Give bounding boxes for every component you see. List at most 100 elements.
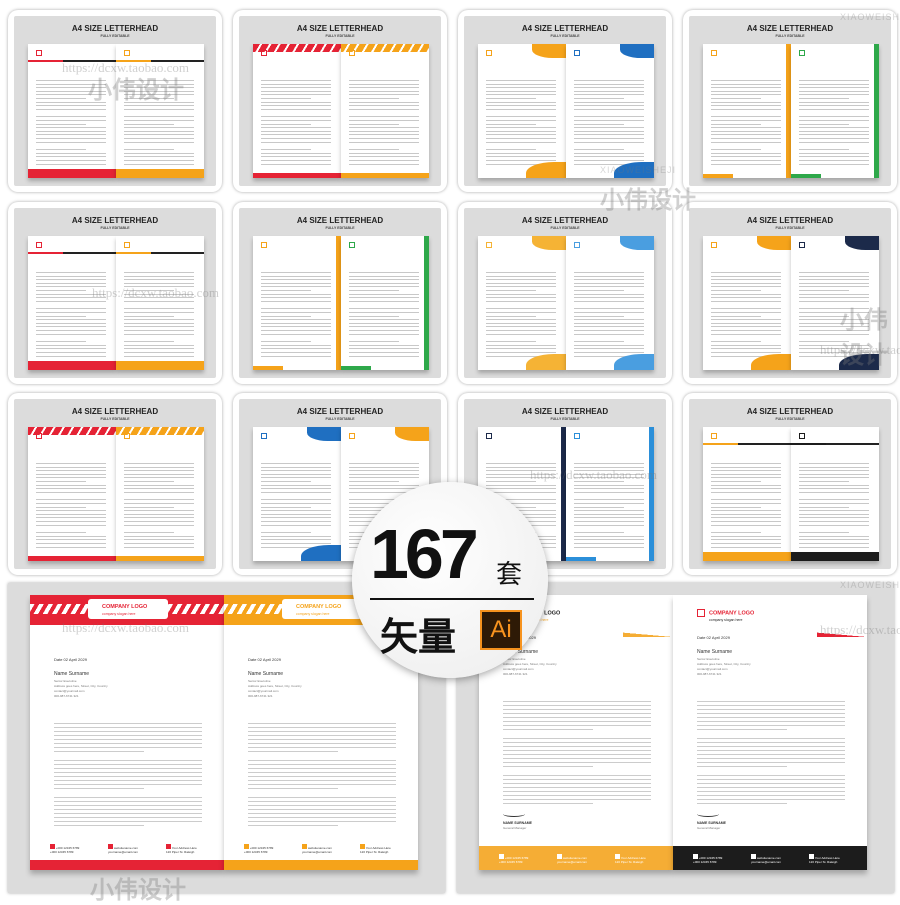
logo-icon (486, 50, 492, 56)
template-card[interactable]: A4 SIZE LETTERHEAD FULLY EDITABLE (458, 202, 672, 384)
logo-icon (711, 50, 717, 56)
card-subtitle: FULLY EDITABLE (775, 226, 805, 230)
count-badge: 167 套 矢量 Ai (352, 482, 548, 678)
signer-name: NAME SURNAME (697, 821, 726, 825)
letterhead-page (791, 44, 879, 178)
card-subtitle: FULLY EDITABLE (100, 226, 130, 230)
company-logo: COMPANY LOGO (102, 604, 147, 610)
letterhead-page (341, 236, 429, 370)
logo-icon (261, 50, 267, 56)
watermark-cn: 小伟设计 (88, 77, 184, 104)
signature (697, 811, 719, 817)
recipient-address: Address goes here, Street, City, Country (248, 684, 302, 688)
recipient-position: Senior Executive (54, 679, 77, 683)
footer: +000 12345 6789 +000 12345 6789 websitena… (673, 846, 867, 870)
recipient-position: Senior Executive (248, 679, 271, 683)
card-title: A4 SIZE LETTERHEAD (521, 24, 609, 33)
company-name: COMPANY LOGO (709, 610, 755, 617)
logo-icon (261, 433, 267, 439)
letterhead-page (703, 236, 791, 370)
card-title: A4 SIZE LETTERHEAD (746, 407, 834, 416)
template-card[interactable]: A4 SIZE LETTERHEAD FULLY EDITABLE (233, 202, 447, 384)
recipient-name: Name Surname (54, 671, 90, 677)
card-preview: A4 SIZE LETTERHEAD FULLY EDITABLE (239, 16, 441, 186)
letterhead-page (791, 427, 879, 561)
letterhead-page (478, 236, 566, 370)
card-title: A4 SIZE LETTERHEAD (296, 407, 384, 416)
card-subtitle: FULLY EDITABLE (550, 226, 580, 230)
recipient-address: Address goes here, Street, City, Country (697, 662, 751, 666)
footer: +000 12345 6789 +000 12345 6789 websitena… (224, 836, 418, 860)
corner-rays (623, 595, 673, 637)
letterhead-page: COMPANY LOGO company slogan here Date 02… (30, 595, 224, 870)
location-icon (166, 844, 171, 849)
card-subtitle: FULLY EDITABLE (550, 34, 580, 38)
card-title: A4 SIZE LETTERHEAD (71, 24, 159, 33)
logo-icon (36, 433, 42, 439)
logo-icon (349, 242, 355, 248)
letterhead-page (253, 427, 341, 561)
card-subtitle: FULLY EDITABLE (550, 417, 580, 421)
letterhead-page (253, 236, 341, 370)
watermark-url: https://dcxw.taobao.com (820, 622, 900, 637)
signer-title: General Manager (503, 826, 527, 830)
recipient-address: Address goes here, Street, City, Country (503, 662, 557, 666)
web-icon (108, 844, 113, 849)
company-logo: COMPANY LOGO (697, 609, 754, 617)
recipient-phone: 000-987-6741 321 (54, 694, 79, 698)
template-card[interactable]: A4 SIZE LETTERHEAD FULLY EDITABLE (683, 393, 897, 575)
template-card[interactable]: A4 SIZE LETTERHEAD FULLY EDITABLE (8, 393, 222, 575)
location-icon (809, 854, 814, 859)
letterhead-page (253, 44, 341, 178)
company-slogan: company slogan here (709, 618, 743, 622)
template-card[interactable]: A4 SIZE LETTERHEAD FULLY EDITABLE (233, 10, 447, 192)
card-subtitle: FULLY EDITABLE (775, 417, 805, 421)
template-card[interactable]: A4 SIZE LETTERHEAD FULLY EDITABLE (683, 10, 897, 192)
watermark-cn: 小伟设计 (600, 187, 696, 214)
logo-icon (574, 242, 580, 248)
logo-icon (574, 50, 580, 56)
watermark-cn: 小伟设计 (840, 307, 888, 369)
card-subtitle: FULLY EDITABLE (775, 34, 805, 38)
recipient-email: contact@yourmail.com (503, 667, 534, 671)
logo-icon (799, 242, 805, 248)
web-icon (557, 854, 562, 859)
signer-name: NAME SURNAME (503, 821, 532, 825)
recipient-name: Name Surname (697, 649, 733, 655)
logo-icon (36, 50, 42, 56)
recipient-phone: 000-987-6741 321 (697, 672, 722, 676)
company-slogan: company slogan here (102, 612, 136, 616)
location-icon (360, 844, 365, 849)
recipient-phone: 000-987-6741 321 (503, 672, 528, 676)
recipient-phone: 000-987-6741 321 (248, 694, 273, 698)
logo-icon (124, 50, 130, 56)
card-subtitle: FULLY EDITABLE (325, 417, 355, 421)
logo-icon (124, 242, 130, 248)
web-icon (751, 854, 756, 859)
logo-icon (261, 242, 267, 248)
card-subtitle: FULLY EDITABLE (325, 34, 355, 38)
recipient-email: contact@yourmail.com (248, 689, 279, 693)
badge-count: 167 (370, 515, 479, 593)
watermark-latin: XIAOWEISHEJI (840, 580, 900, 590)
phone-icon (499, 854, 504, 859)
logo-icon (799, 433, 805, 439)
logo-icon (711, 242, 717, 248)
company-slogan: company slogan here (296, 612, 330, 616)
badge-unit: 套 (496, 559, 523, 589)
logo-icon (124, 433, 130, 439)
company-name: COMPANY LOGO (296, 604, 342, 610)
footer-band (30, 860, 224, 870)
watermark-url: https://dcxw.taobao.com (62, 620, 189, 635)
letterhead-page (566, 236, 654, 370)
ai-label: Ai (490, 616, 512, 643)
card-preview: A4 SIZE LETTERHEAD FULLY EDITABLE (689, 16, 891, 186)
card-title: A4 SIZE LETTERHEAD (521, 216, 609, 225)
card-title: A4 SIZE LETTERHEAD (71, 407, 159, 416)
watermark-url: https://dcxw.taobao.com (530, 467, 657, 482)
card-preview: A4 SIZE LETTERHEAD FULLY EDITABLE (464, 208, 666, 378)
recipient-address: Address goes here, Street, City, Country (54, 684, 108, 688)
letter-date: Date 02 April 2029 (54, 657, 87, 662)
logo-icon (799, 50, 805, 56)
footer: +000 12345 6789 +000 12345 6789 websitena… (30, 836, 224, 860)
